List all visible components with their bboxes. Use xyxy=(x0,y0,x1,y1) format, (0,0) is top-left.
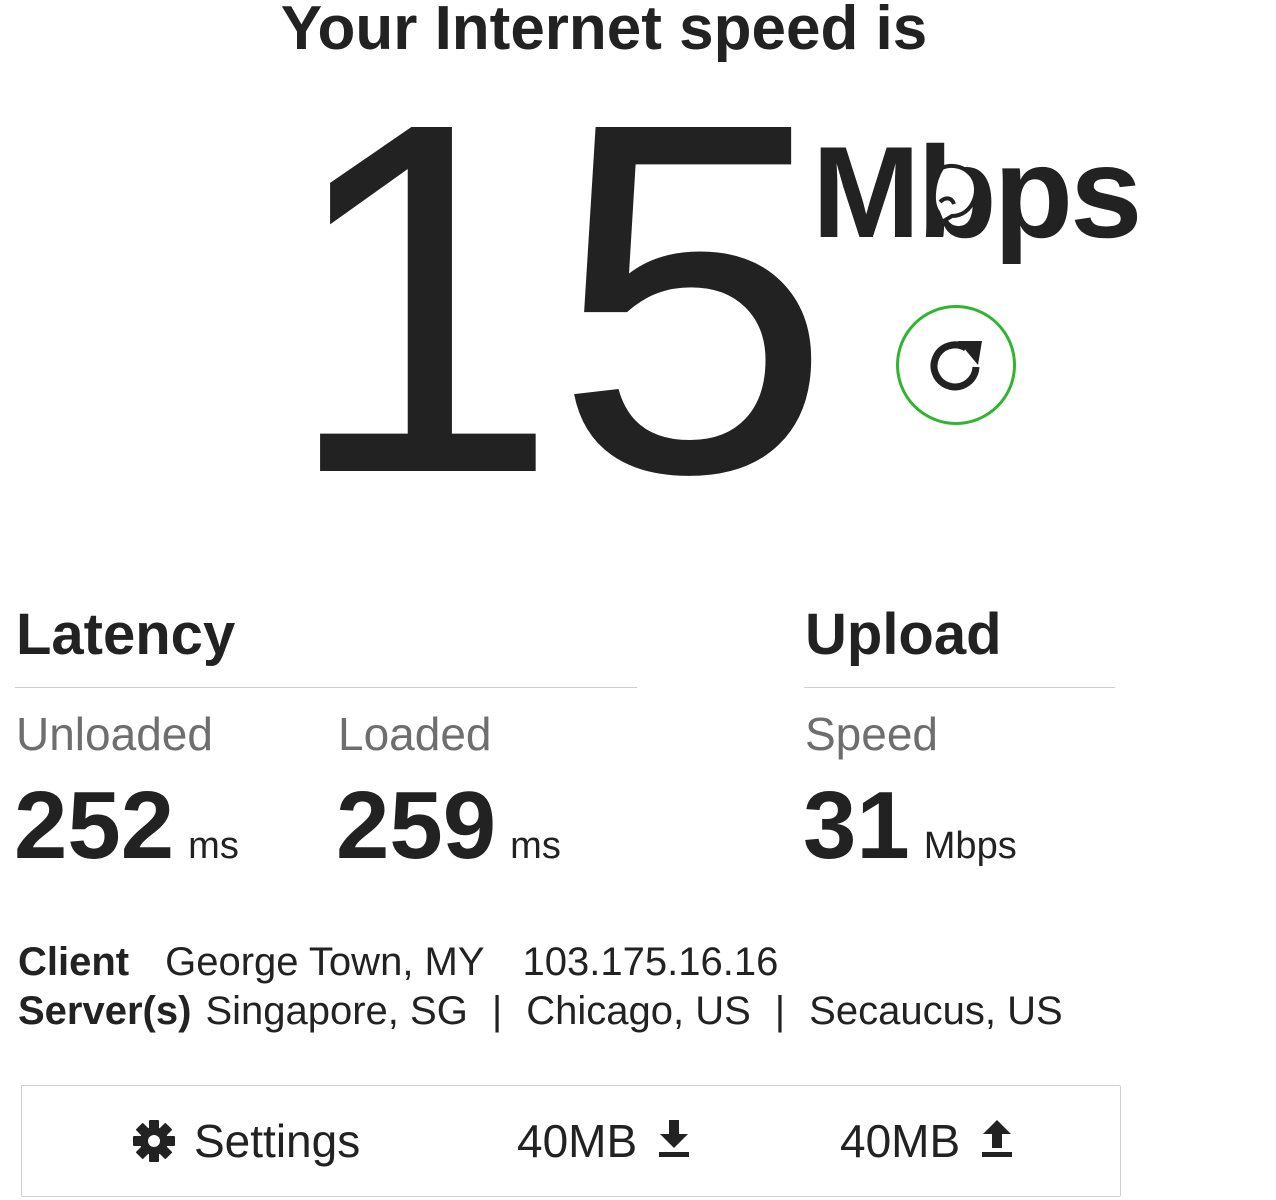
server-info: Server(s) Singapore, SG | Chicago, US | Secau… xyxy=(18,987,1063,1035)
upload-speed-unit: Mbps xyxy=(923,825,1017,867)
latency-divider xyxy=(15,687,637,688)
server-item: Singapore, SG xyxy=(205,989,468,1033)
upload-title: Upload xyxy=(805,602,1002,667)
upload-arrow-icon xyxy=(982,1120,1013,1157)
server-item: Secaucus, US xyxy=(809,989,1063,1033)
upload-speed-metric: 31 Mbps xyxy=(803,776,1017,876)
download-arrow-icon xyxy=(659,1120,690,1157)
settings-bar: Settings 40MB 40MB xyxy=(21,1085,1121,1197)
cursor-hand-icon xyxy=(928,162,984,234)
unloaded-latency-unit: ms xyxy=(188,825,239,867)
gear-icon xyxy=(133,1120,175,1162)
download-size-button[interactable]: 40MB xyxy=(517,1086,691,1196)
download-speed-value: 15 xyxy=(282,18,832,577)
download-size-label: 40MB xyxy=(517,1115,638,1167)
loaded-latency-value: 259 xyxy=(336,772,497,879)
settings-button[interactable]: Settings xyxy=(132,1086,360,1196)
restart-test-button[interactable] xyxy=(896,305,1016,425)
upload-size-button[interactable]: 40MB xyxy=(840,1086,1014,1196)
server-separator: | xyxy=(774,989,786,1033)
loaded-latency-label: Loaded xyxy=(338,708,492,760)
upload-speed-label: Speed xyxy=(805,708,939,760)
client-info: Client George Town, MY 103.175.16.16 xyxy=(18,938,778,986)
settings-label: Settings xyxy=(194,1115,361,1167)
upload-divider xyxy=(804,687,1115,688)
upload-speed-value: 31 xyxy=(803,772,910,879)
unloaded-latency-label: Unloaded xyxy=(16,708,213,760)
server-label: Server(s) xyxy=(18,989,192,1033)
upload-size-label: 40MB xyxy=(840,1115,961,1167)
loaded-latency-unit: ms xyxy=(510,825,561,867)
server-separator: | xyxy=(491,989,503,1033)
unloaded-latency-value: 252 xyxy=(14,772,175,879)
client-label: Client xyxy=(18,940,130,984)
latency-title: Latency xyxy=(16,602,236,667)
client-location: George Town, MY xyxy=(165,940,485,984)
unloaded-latency-metric: 252 ms xyxy=(14,776,239,876)
refresh-icon xyxy=(930,341,982,391)
loaded-latency-metric: 259 ms xyxy=(336,776,561,876)
client-ip: 103.175.16.16 xyxy=(522,940,779,984)
server-item: Chicago, US xyxy=(526,989,751,1033)
